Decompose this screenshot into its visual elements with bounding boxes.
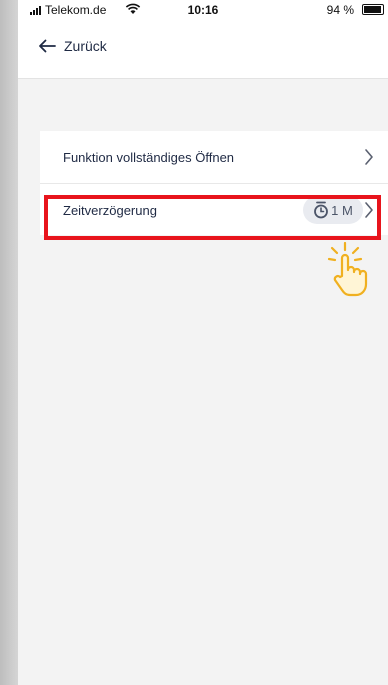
- chevron-right-icon: [365, 149, 373, 165]
- list-item-label: Funktion vollständiges Öffnen: [63, 150, 235, 165]
- header: Zurück: [18, 20, 388, 79]
- chevron-right-icon: [365, 202, 373, 218]
- list-item-full-open[interactable]: Funktion vollständiges Öffnen: [40, 131, 388, 183]
- back-button[interactable]: Zurück: [38, 38, 107, 54]
- list-item-time-delay[interactable]: Zeitverzögerung 1 M: [40, 183, 388, 235]
- back-arrow-icon: [39, 39, 56, 53]
- settings-list: Funktion vollständiges Öffnen Zeitverzög…: [40, 131, 388, 235]
- tap-hand-icon: [327, 242, 368, 297]
- back-label: Zurück: [64, 38, 107, 54]
- battery-icon: [362, 4, 384, 15]
- delay-value: 1 M: [331, 202, 353, 218]
- delay-badge: 1 M: [303, 196, 363, 224]
- list-item-label: Zeitverzögerung: [63, 203, 157, 218]
- app-screen: Telekom.de 10:16 94 % Zurück Funktion vo…: [18, 0, 388, 685]
- battery-percentage: 94 %: [326, 3, 354, 17]
- status-bar: Telekom.de 10:16 94 %: [18, 0, 388, 20]
- timer-icon: [314, 201, 329, 219]
